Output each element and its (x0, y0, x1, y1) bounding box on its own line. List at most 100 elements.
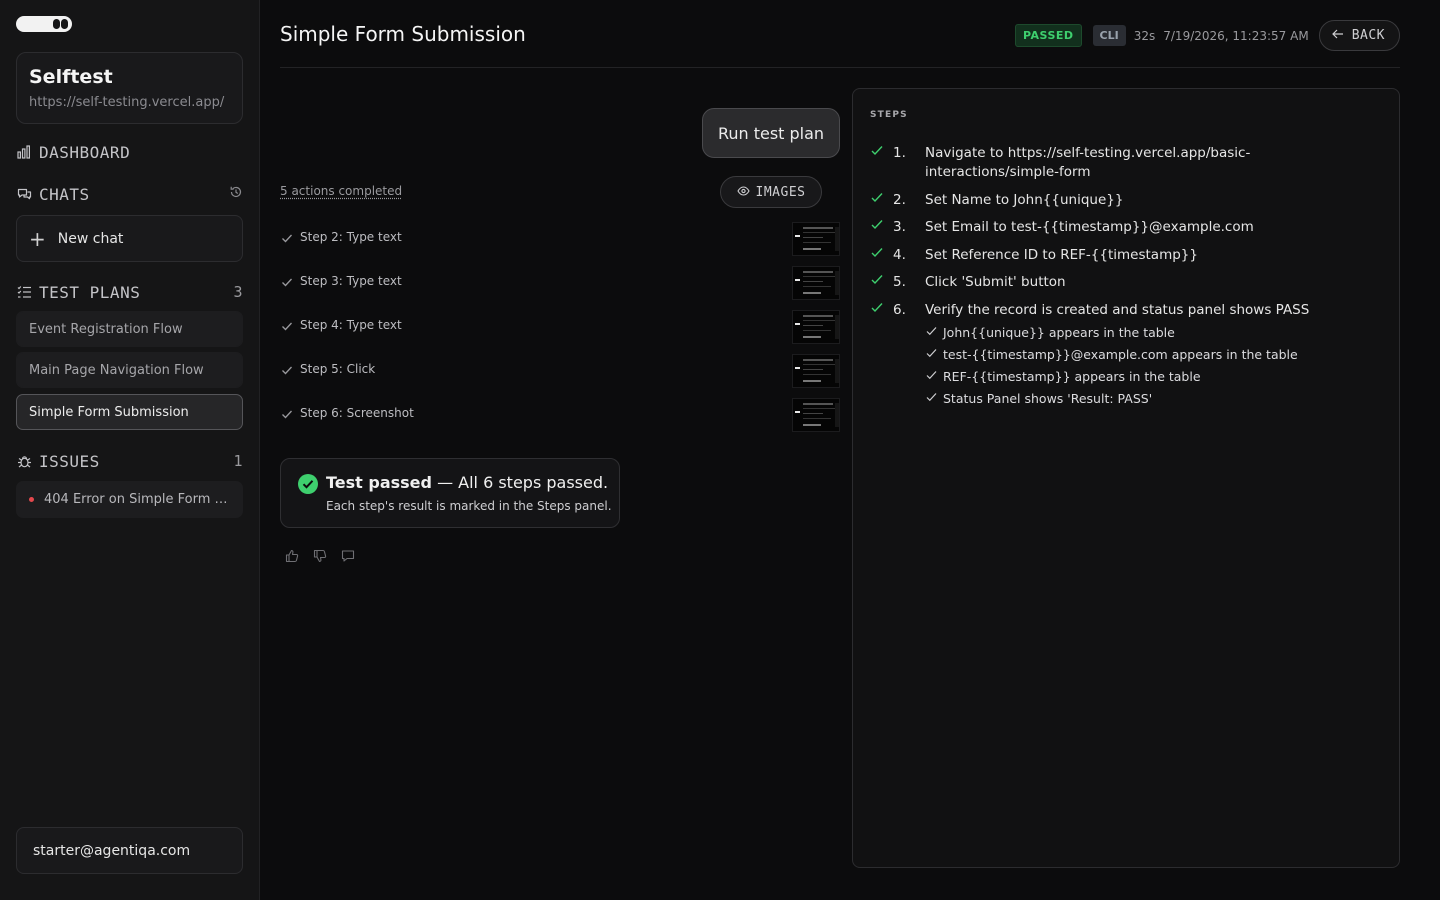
plan-item-active[interactable]: Simple Form Submission (16, 394, 243, 430)
check-icon (280, 362, 294, 376)
feedback-actions (285, 548, 357, 564)
result-title-bold: Test passed (326, 473, 432, 492)
check-circle-icon (298, 474, 318, 494)
issues-count: 1 (233, 452, 243, 470)
check-icon (925, 325, 938, 338)
back-label: BACK (1351, 28, 1385, 43)
step-number: 3. (893, 219, 906, 235)
project-url[interactable]: https://self-testing.vercel.app/ (29, 95, 224, 110)
page-title: Simple Form Submission (280, 22, 526, 46)
user-account-button[interactable]: starter@agentiqa.com (16, 827, 243, 874)
step-number: 6. (893, 302, 906, 318)
new-chat-button[interactable]: + New chat (16, 215, 243, 262)
check-icon (925, 347, 938, 360)
source-badge: CLI (1092, 25, 1126, 46)
action-label: Step 4: Type text (300, 318, 402, 332)
nav-chats[interactable]: CHATS (16, 182, 243, 206)
new-chat-label: New chat (57, 230, 124, 247)
header-divider (280, 67, 1400, 68)
nav-issues[interactable]: ISSUES 1 (16, 449, 243, 473)
check-icon (870, 144, 884, 158)
screenshot-thumbnail[interactable] (792, 310, 840, 344)
check-icon (280, 406, 294, 420)
substep-text: Status Panel shows 'Result: PASS' (943, 391, 1153, 406)
step-text: Click 'Submit' button (925, 274, 1066, 290)
step-text: Set Email to test-{{timestamp}}@example.… (925, 219, 1254, 235)
result-title: Test passed — All 6 steps passed. (326, 473, 608, 492)
step-number: 1. (893, 145, 906, 161)
screenshot-thumbnail[interactable] (792, 266, 840, 300)
plan-item-label: Main Page Navigation Flow (29, 362, 204, 378)
back-button[interactable]: BACK (1318, 20, 1400, 51)
images-label: IMAGES (755, 184, 806, 200)
nav-dashboard[interactable]: DASHBOARD (16, 140, 243, 164)
issue-item-label: 404 Error on Simple Form p... (44, 492, 228, 507)
issue-status-dot (29, 497, 34, 502)
check-icon (925, 369, 938, 382)
result-subtitle: Each step's result is marked in the Step… (326, 499, 612, 513)
action-label: Step 2: Type text (300, 230, 402, 244)
check-icon (280, 274, 294, 288)
nav-test-plans[interactable]: TEST PLANS 3 (16, 280, 243, 304)
steps-panel: STEPS 1. Navigate to https://self-testin… (852, 88, 1400, 868)
plan-item-label: Simple Form Submission (29, 404, 189, 420)
actions-summary-link[interactable]: 5 actions completed (280, 184, 402, 198)
action-label: Step 5: Click (300, 362, 376, 376)
action-row[interactable]: Step 2: Type text (280, 222, 840, 256)
nav-chats-label: CHATS (39, 184, 90, 204)
test-result-card: Test passed — All 6 steps passed. Each s… (280, 458, 620, 528)
step-number: 2. (893, 192, 906, 208)
nav-test-plans-label: TEST PLANS (39, 282, 141, 302)
screenshot-thumbnail[interactable] (792, 222, 840, 256)
checklist-icon (16, 284, 32, 300)
bar-chart-icon (16, 144, 32, 160)
project-name: Selftest (29, 66, 113, 88)
action-row[interactable]: Step 6: Screenshot (280, 398, 840, 432)
action-row[interactable]: Step 4: Type text (280, 310, 840, 344)
run-timestamp: 7/19/2026, 11:23:57 AM (1163, 28, 1309, 43)
user-message-bubble: Run test plan (702, 108, 840, 158)
plan-item[interactable]: Main Page Navigation Flow (16, 352, 243, 388)
step-text: Set Name to John{{unique}} (925, 192, 1124, 208)
project-card[interactable]: Selftest https://self-testing.vercel.app… (16, 52, 243, 124)
check-icon (925, 391, 938, 404)
bug-icon (16, 453, 32, 469)
nav-dashboard-label: DASHBOARD (39, 142, 131, 162)
check-icon (870, 301, 884, 315)
thumbs-up-icon[interactable] (285, 548, 301, 564)
check-icon (280, 230, 294, 244)
thumbs-down-icon[interactable] (313, 548, 329, 564)
step-text: Verify the record is created and status … (925, 302, 1310, 318)
check-icon (280, 318, 294, 332)
header-meta: PASSED CLI 32s 7/19/2026, 11:23:57 AM BA… (1014, 20, 1400, 51)
images-toggle-button[interactable]: IMAGES (720, 176, 822, 208)
check-icon (870, 246, 884, 260)
eye-icon (736, 185, 750, 200)
user-email: starter@agentiqa.com (33, 842, 191, 859)
screenshot-thumbnail[interactable] (792, 354, 840, 388)
issue-item[interactable]: 404 Error on Simple Form p... (16, 481, 243, 518)
check-icon (870, 218, 884, 232)
plan-item-label: Event Registration Flow (29, 321, 183, 337)
screenshot-thumbnail[interactable] (792, 398, 840, 432)
action-label: Step 3: Type text (300, 274, 402, 288)
step-text: Navigate to https://self-testing.vercel.… (925, 145, 1251, 180)
user-message-text: Run test plan (717, 123, 825, 143)
history-icon[interactable] (229, 185, 243, 203)
step-number: 5. (893, 274, 906, 290)
chat-bubbles-icon (16, 186, 32, 202)
substep-text: REF-{{timestamp}} appears in the table (943, 369, 1201, 384)
check-icon (870, 191, 884, 205)
plan-item[interactable]: Event Registration Flow (16, 311, 243, 347)
check-icon (870, 273, 884, 287)
comment-icon[interactable] (341, 548, 357, 564)
sidebar-toggle[interactable] (16, 16, 72, 32)
result-title-rest: — All 6 steps passed. (431, 473, 609, 492)
nav-issues-label: ISSUES (39, 451, 100, 471)
sidebar: Selftest https://self-testing.vercel.app… (0, 0, 260, 900)
action-row[interactable]: Step 3: Type text (280, 266, 840, 300)
step-text: Set Reference ID to REF-{{timestamp}} (925, 247, 1198, 263)
substep-text: John{{unique}} appears in the table (943, 325, 1175, 340)
action-row[interactable]: Step 5: Click (280, 354, 840, 388)
test-plans-count: 3 (233, 283, 243, 301)
